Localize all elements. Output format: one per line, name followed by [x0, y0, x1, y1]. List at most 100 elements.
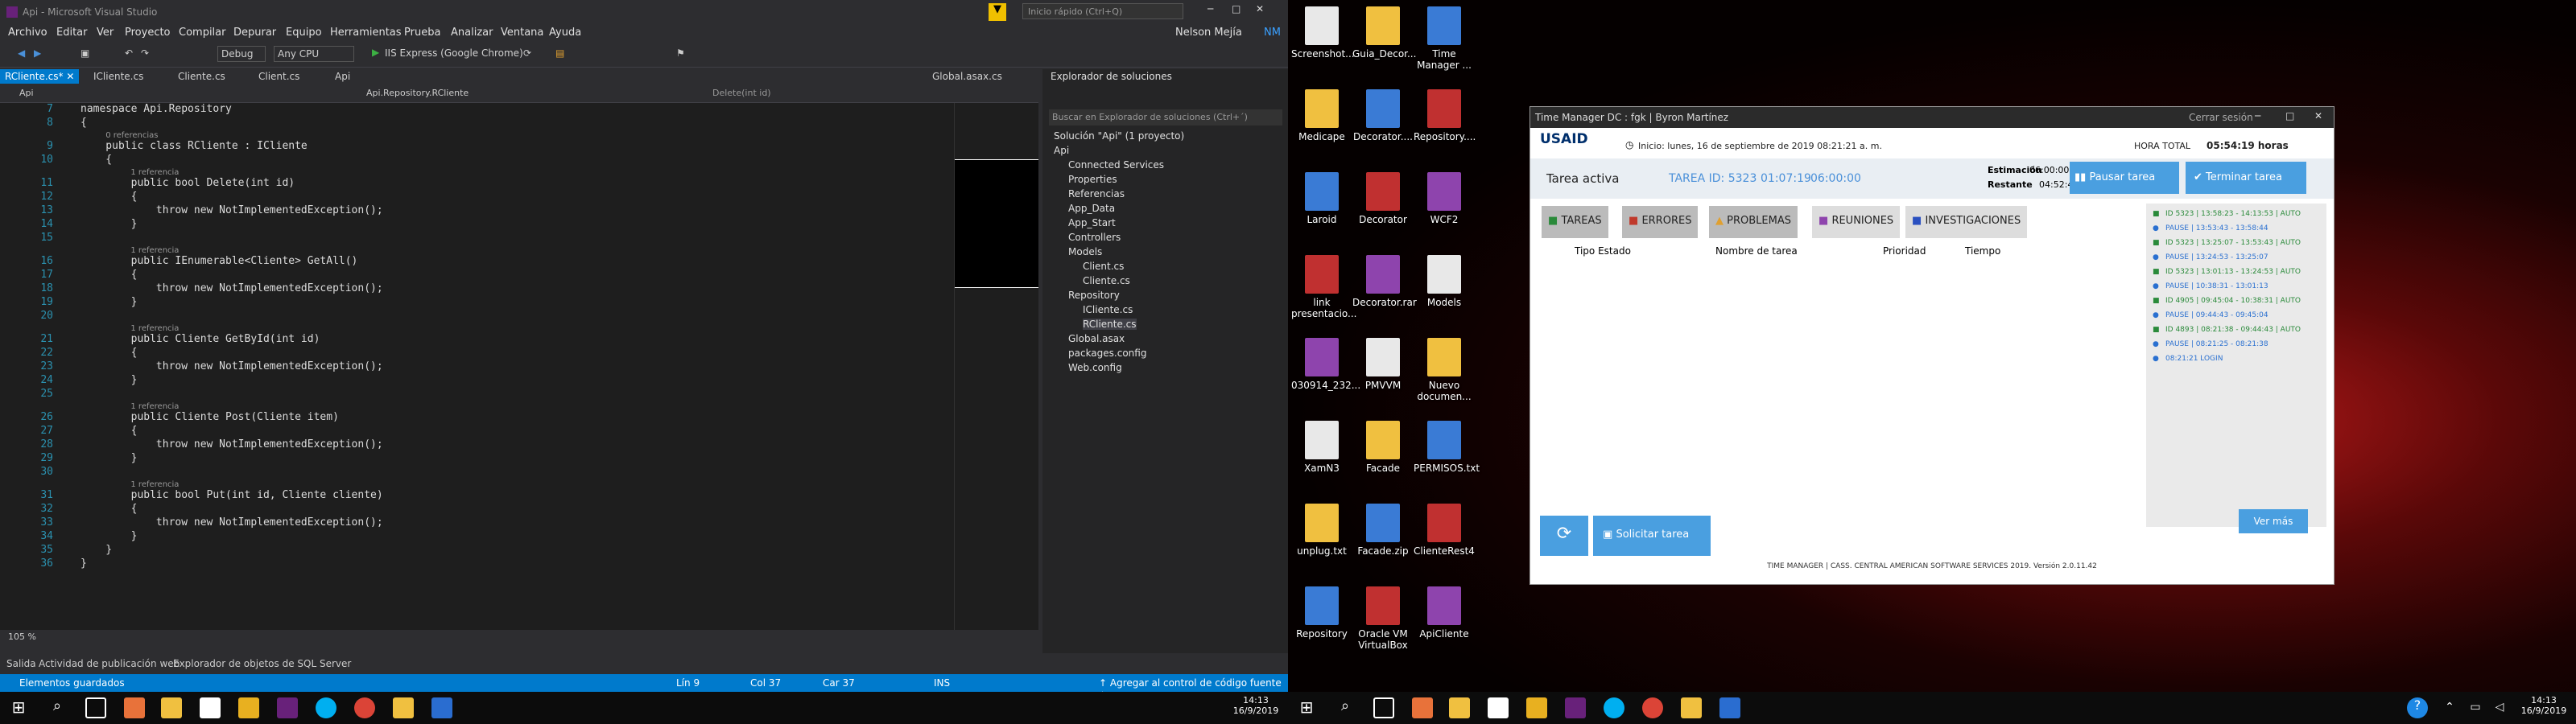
tab-api[interactable]: Api — [330, 69, 355, 84]
desktop-icon[interactable]: Repository.... — [1414, 89, 1476, 142]
platform-select[interactable]: Any CPU — [274, 46, 354, 62]
desktop-icon[interactable]: Guia_Decor... — [1352, 6, 1416, 60]
desktop-icon[interactable]: ClienteRest4 — [1414, 504, 1475, 557]
code-line[interactable]: } — [80, 530, 138, 542]
clock[interactable]: 14:13 16/9/2019 — [1228, 695, 1284, 716]
code-line[interactable]: { — [80, 269, 138, 281]
tab-client[interactable]: Client.cs — [254, 69, 304, 84]
code-line[interactable]: public Cliente GetById(int id) — [80, 333, 320, 345]
maximize-button[interactable]: □ — [1232, 3, 1241, 14]
desktop-icon[interactable]: Models — [1414, 255, 1475, 308]
refresh-button[interactable]: ⟳ — [1540, 516, 1588, 556]
desktop-icon[interactable]: Decorator.rar — [1352, 255, 1417, 308]
chrome-icon[interactable] — [1642, 697, 1663, 718]
desktop-icon[interactable]: Screenshot... — [1291, 6, 1355, 60]
code-line[interactable]: } — [80, 374, 138, 386]
start-icon[interactable]: ⊞ — [1296, 697, 1317, 718]
code-line[interactable]: } — [80, 557, 87, 570]
tab-problemas[interactable]: ▲ PROBLEMAS — [1709, 206, 1798, 238]
solution-tree-item[interactable]: Solución "Api" (1 proyecto) — [1054, 130, 1184, 142]
tab-errores[interactable]: ■ ERRORES — [1622, 206, 1699, 238]
explorer-icon[interactable] — [161, 697, 182, 718]
solution-tree-item[interactable]: Models — [1068, 246, 1102, 257]
menu-herramientas[interactable]: Herramientas — [330, 27, 402, 39]
reference-count[interactable]: 1 referencia — [130, 246, 179, 255]
mail-icon[interactable] — [1488, 697, 1509, 718]
code-line[interactable]: public bool Delete(int id) — [80, 177, 295, 189]
solution-tree-item[interactable]: Cliente.cs — [1083, 275, 1130, 286]
pause-task-button[interactable]: ▮▮ Pausar tarea — [2070, 162, 2179, 194]
help-icon[interactable]: ? — [2407, 697, 2428, 718]
solution-tree-item[interactable]: packages.config — [1068, 348, 1146, 359]
desktop-icon[interactable]: PMVVM — [1352, 338, 1414, 391]
code-line[interactable]: throw new NotImplementedException(); — [80, 360, 383, 372]
solution-search-input[interactable]: Buscar en Explorador de soluciones (Ctrl… — [1049, 109, 1282, 125]
code-line[interactable]: namespace Api.Repository — [80, 103, 232, 115]
menu-compilar[interactable]: Compilar — [179, 27, 225, 39]
refresh-icon[interactable]: ⟳ — [523, 47, 531, 59]
code-line[interactable]: { — [80, 347, 138, 359]
bookmark-icon[interactable]: ⚑ — [676, 47, 685, 59]
volume-icon[interactable]: ◁ — [2489, 697, 2510, 718]
code-line[interactable]: public class RCliente : ICliente — [80, 140, 307, 152]
desktop-icon[interactable]: Repository — [1291, 586, 1352, 640]
desktop-icon[interactable]: WCF2 — [1414, 172, 1475, 225]
code-editor[interactable]: 7 namespace Api.Repository 8 {0 referencias… — [0, 103, 954, 630]
menu-ventana[interactable]: Ventana — [501, 27, 543, 39]
reference-count[interactable]: 1 referencia — [130, 324, 179, 333]
reference-count[interactable]: 0 referencias — [105, 131, 158, 140]
clock[interactable]: 14:13 16/9/2019 — [2516, 695, 2572, 716]
see-more-button[interactable]: Ver más — [2239, 509, 2308, 533]
solution-tree-item[interactable]: Web.config — [1068, 362, 1122, 373]
time-manager-icon[interactable] — [1719, 697, 1740, 718]
menu-depurar[interactable]: Depurar — [233, 27, 276, 39]
tab-rcliente[interactable]: RCliente.cs* ✕ — [0, 69, 80, 84]
tab-reuniones[interactable]: ■ REUNIONES — [1812, 206, 1901, 238]
menu-ayuda[interactable]: Ayuda — [549, 27, 581, 39]
store-icon[interactable] — [238, 697, 259, 718]
menu-editar[interactable]: Editar — [56, 27, 88, 39]
start-icon[interactable]: ⊞ — [8, 697, 29, 718]
chrome-icon[interactable] — [354, 697, 375, 718]
solution-tree-item[interactable]: Properties — [1068, 174, 1117, 185]
code-line[interactable]: { — [80, 154, 112, 166]
code-line[interactable]: throw new NotImplementedException(); — [80, 282, 383, 294]
solution-tree-item[interactable]: Api — [1054, 145, 1069, 156]
desktop-icon[interactable]: link presentacio... — [1291, 255, 1356, 319]
search-icon[interactable]: ⌕ — [47, 697, 68, 718]
solution-tree-item[interactable]: Controllers — [1068, 232, 1121, 243]
solution-tree-item[interactable]: ICliente.cs — [1083, 304, 1133, 315]
tab-icliente[interactable]: ICliente.cs — [89, 69, 148, 84]
solution-tree-item[interactable]: Client.cs — [1083, 261, 1124, 272]
browser-link-icon[interactable]: ▤ — [555, 47, 564, 59]
solution-tree-item[interactable]: App_Data — [1068, 203, 1115, 214]
solution-tree-item[interactable]: RCliente.cs — [1083, 319, 1137, 330]
desktop-icon[interactable]: ApiCliente — [1414, 586, 1475, 640]
code-line[interactable]: throw new NotImplementedException(); — [80, 438, 383, 450]
zoom-level[interactable]: 105 % — [0, 630, 1038, 644]
reference-count[interactable]: 1 referencia — [130, 480, 179, 489]
desktop-icon[interactable]: PERMISOS.txt — [1414, 421, 1480, 474]
visual-studio-icon[interactable] — [1565, 697, 1586, 718]
run-icon[interactable]: ▶ — [372, 47, 379, 58]
code-line[interactable]: public IEnumerable<Cliente> GetAll() — [80, 255, 358, 267]
user-avatar[interactable]: NM — [1264, 27, 1281, 39]
menu-proyecto[interactable]: Proyecto — [125, 27, 171, 39]
code-line[interactable]: { — [80, 503, 138, 515]
app-icon[interactable] — [124, 697, 145, 718]
code-line[interactable]: throw new NotImplementedException(); — [80, 516, 383, 529]
mail-icon[interactable] — [200, 697, 221, 718]
code-line[interactable]: } — [80, 544, 112, 556]
solution-tree-item[interactable]: Global.asax — [1068, 333, 1125, 344]
desktop-icon[interactable]: 030914_232... — [1291, 338, 1360, 391]
minimap-viewport[interactable] — [955, 159, 1038, 288]
close-button[interactable]: ✕ — [1256, 3, 1264, 14]
forward-icon[interactable]: ▶ — [34, 47, 41, 59]
desktop-icon[interactable]: Laroid — [1291, 172, 1352, 225]
filter-icon[interactable]: ▼ — [989, 3, 1006, 21]
tab-investigaciones[interactable]: ■ INVESTIGACIONES — [1905, 206, 2028, 238]
skype-icon[interactable] — [316, 697, 336, 718]
quick-launch-input[interactable]: Inicio rápido (Ctrl+Q) — [1022, 3, 1183, 19]
time-manager-icon[interactable] — [431, 697, 452, 718]
desktop-icon[interactable]: Medicape — [1291, 89, 1352, 142]
